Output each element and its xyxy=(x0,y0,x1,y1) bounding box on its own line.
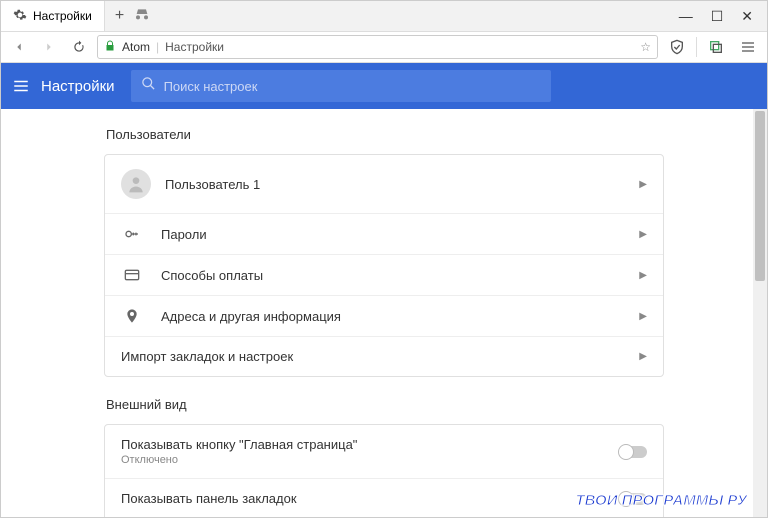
section-users: Пользователи Пользователь 1 ▶ Пароли ▶ С… xyxy=(104,127,664,377)
incognito-icon[interactable] xyxy=(134,7,150,26)
new-tab-button[interactable]: + xyxy=(115,7,124,25)
browser-tab[interactable]: Настройки xyxy=(1,1,105,31)
header-title: Настройки xyxy=(41,78,115,95)
home-btn-label: Показывать кнопку "Главная страница" xyxy=(121,437,619,452)
section-title-appearance: Внешний вид xyxy=(104,397,664,412)
chevron-right-icon: ▶ xyxy=(639,351,647,362)
addr-app: Atom xyxy=(122,40,150,54)
addresses-label: Адреса и другая информация xyxy=(161,309,639,324)
hamburger-button[interactable] xyxy=(1,77,41,95)
chevron-right-icon: ▶ xyxy=(639,311,647,322)
back-button[interactable] xyxy=(7,35,31,59)
shield-icon[interactable] xyxy=(664,34,690,60)
bookmarks-bar-label: Показывать панель закладок xyxy=(121,491,619,506)
menu-button[interactable] xyxy=(735,34,761,60)
card-icon xyxy=(121,267,143,283)
chevron-right-icon: ▶ xyxy=(639,270,647,281)
gear-icon xyxy=(13,8,27,25)
maximize-button[interactable]: ☐ xyxy=(711,8,724,25)
title-bar: Настройки + — ☐ ✕ xyxy=(1,1,767,31)
nav-toolbar: Atom | Настройки ☆ xyxy=(1,31,767,63)
search-input[interactable] xyxy=(164,79,340,94)
chevron-right-icon: ▶ xyxy=(639,229,647,240)
tab-title: Настройки xyxy=(33,9,92,23)
home-btn-sub: Отключено xyxy=(121,454,619,466)
passwords-label: Пароли xyxy=(161,227,639,242)
minimize-button[interactable]: — xyxy=(679,8,693,25)
import-label: Импорт закладок и настроек xyxy=(121,349,639,364)
home-button-row[interactable]: Показывать кнопку "Главная страница" Отк… xyxy=(105,425,663,479)
key-icon xyxy=(121,226,143,242)
window-controls: — ☐ ✕ xyxy=(665,8,767,25)
scroll-thumb[interactable] xyxy=(755,111,765,281)
copy-tabs-icon[interactable] xyxy=(703,34,729,60)
search-icon xyxy=(141,76,156,96)
home-btn-toggle[interactable] xyxy=(619,446,647,458)
chevron-right-icon: ▶ xyxy=(639,179,647,190)
import-row[interactable]: Импорт закладок и настроек ▶ xyxy=(105,337,663,376)
payment-row[interactable]: Способы оплаты ▶ xyxy=(105,255,663,296)
watermark: ТВОИ ПРОГРАММЫ РУ xyxy=(575,492,747,509)
addresses-row[interactable]: Адреса и другая информация ▶ xyxy=(105,296,663,337)
addr-page: Настройки xyxy=(165,40,224,54)
profile-row[interactable]: Пользователь 1 ▶ xyxy=(105,155,663,214)
reload-button[interactable] xyxy=(67,35,91,59)
settings-content: Пользователи Пользователь 1 ▶ Пароли ▶ С… xyxy=(1,109,767,517)
users-card: Пользователь 1 ▶ Пароли ▶ Способы оплаты… xyxy=(104,154,664,377)
avatar-icon xyxy=(121,169,151,199)
settings-header: Настройки xyxy=(1,63,767,109)
search-box[interactable] xyxy=(131,70,551,102)
forward-button[interactable] xyxy=(37,35,61,59)
scrollbar[interactable] xyxy=(753,109,767,517)
tab-actions: + xyxy=(105,7,160,26)
address-bar[interactable]: Atom | Настройки ☆ xyxy=(97,35,658,59)
passwords-row[interactable]: Пароли ▶ xyxy=(105,214,663,255)
location-icon xyxy=(121,308,143,324)
section-title-users: Пользователи xyxy=(104,127,664,142)
payment-label: Способы оплаты xyxy=(161,268,639,283)
star-icon[interactable]: ☆ xyxy=(640,40,651,54)
profile-label: Пользователь 1 xyxy=(165,177,639,192)
lock-icon xyxy=(104,40,116,55)
close-button[interactable]: ✕ xyxy=(741,8,753,25)
